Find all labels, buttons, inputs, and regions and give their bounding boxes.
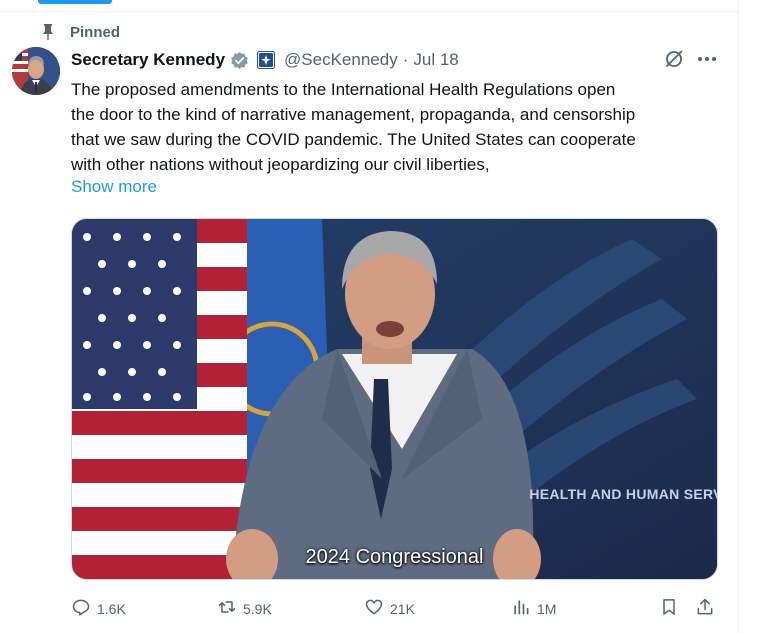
views-button[interactable]: 1M [511,598,556,620]
tweet-header: Secretary Kennedy @SecKennedy · Jul 18 [71,48,459,72]
share-button[interactable] [695,598,715,620]
verified-badge-icon[interactable] [230,51,249,70]
timeline-border [738,0,739,633]
separator-dot: · [402,50,409,69]
grok-icon[interactable] [664,49,684,69]
reply-icon [71,597,91,622]
tweet-text-line: the door to the kind of narrative manage… [71,105,636,124]
video-frame [72,219,717,579]
video-caption: 2024 Congressional [305,546,484,568]
tweet-text-line: with other nations without jeopardizing … [71,155,490,174]
display-name[interactable]: Secretary Kennedy [71,50,225,70]
author-handle[interactable]: @SecKennedy [284,50,398,70]
show-more-link[interactable]: Show more [71,177,157,197]
action-bar: 1.6K 5.9K 21K 1M [71,598,721,620]
tweet-text-line: that we saw during the COVID pandemic. T… [71,130,636,149]
divider [0,11,740,12]
pinned-indicator: Pinned [40,22,120,42]
avatar[interactable] [12,47,60,95]
views-icon [511,597,531,622]
repost-icon [217,597,237,622]
reply-count: 1.6K [97,601,126,617]
more-icon[interactable] [696,50,718,68]
like-button[interactable]: 21K [364,598,415,620]
pinned-label: Pinned [70,23,121,41]
reply-button[interactable]: 1.6K [71,598,126,620]
government-affiliation-icon[interactable] [257,51,276,69]
bookmark-button[interactable] [659,598,679,620]
like-count: 21K [390,601,415,617]
tweet-date[interactable]: Jul 18 [413,50,458,70]
bookmark-icon [659,597,679,622]
repost-count: 5.9K [243,601,272,617]
tweet-text-line: The proposed amendments to the Internati… [71,80,616,99]
video-player[interactable]: HEALTH AND HUMAN SERVI 2024 Congressiona… [71,218,718,580]
repost-button[interactable]: 5.9K [217,598,272,620]
like-icon [364,597,384,622]
share-icon [695,597,715,622]
active-tab-indicator [38,0,112,4]
views-count: 1M [537,601,557,617]
tweet-text: The proposed amendments to the Internati… [71,77,731,177]
pin-icon [40,23,56,41]
background-sign-text: HEALTH AND HUMAN SERVI [529,486,718,502]
